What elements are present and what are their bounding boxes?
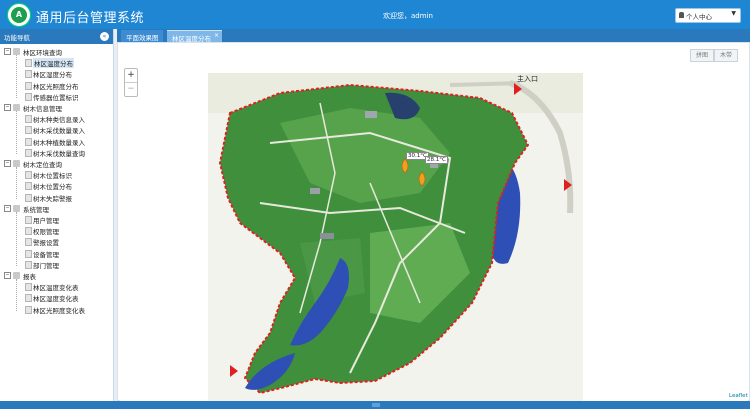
page-icon <box>25 115 32 124</box>
tree-item-label: 林区温度分布 <box>33 58 74 69</box>
tree-item-label: 林区湿度变化表 <box>33 295 79 304</box>
bottom-bar <box>0 401 750 409</box>
page-icon <box>25 294 32 303</box>
tree-item-label: 林区温度变化表 <box>33 284 79 293</box>
collapse-toggle-icon[interactable]: − <box>4 160 11 167</box>
tree-guide-line <box>16 55 17 98</box>
app-title: 通用后台管理系统 <box>36 11 145 26</box>
user-center-label: 个人中心 <box>686 13 712 21</box>
tree-group-label: 树木信息管理 <box>23 105 62 113</box>
page-icon <box>25 70 32 79</box>
folder-icon <box>13 104 20 111</box>
tree-item-label: 树木采伐数量录入 <box>33 127 85 136</box>
tree-group-label: 林区环境查询 <box>23 49 62 57</box>
tree-item-label: 树木失踪警报 <box>33 194 72 203</box>
tree-item-label: 树木种植数量录入 <box>33 138 85 147</box>
collapse-toggle-icon[interactable]: − <box>4 204 11 212</box>
toolbar-button-left[interactable]: 拼图 <box>690 49 714 62</box>
zoom-in-button[interactable]: + <box>125 69 137 82</box>
page-icon <box>25 92 32 101</box>
road-top <box>449 81 521 87</box>
toolbar-button-right[interactable]: 木带 <box>714 49 738 62</box>
page-icon <box>25 126 32 135</box>
chevron-down-icon: ▼ <box>731 10 736 17</box>
tree-group-label: 系统管理 <box>23 205 49 214</box>
tab-label: 平面效果图 <box>126 34 159 42</box>
tree-item-label: 树木位置分布 <box>33 183 72 192</box>
building <box>365 111 377 118</box>
logo-mark: A <box>11 7 27 23</box>
tree-guide-line <box>16 111 17 154</box>
tree-item-label: 警报设置 <box>33 239 59 248</box>
tree-item-label: 用户管理 <box>33 217 59 225</box>
folder-icon <box>13 160 20 167</box>
zoom-control: + − <box>124 68 138 97</box>
tree-item-label: 传感器位置标识 <box>33 93 79 102</box>
tree-group-label: 树木定位查询 <box>23 161 62 169</box>
user-center-dropdown[interactable]: 个人中心 ▼ <box>675 8 741 23</box>
sidebar: 功能导航 « − 林区环境查询 林区温度分布 林区湿度分布 林区光照度分布 传感器位置标识… <box>0 29 114 409</box>
zoom-out-button[interactable]: − <box>125 82 137 96</box>
page-icon <box>25 137 32 146</box>
tree-guide-line <box>16 279 17 311</box>
collapse-toggle-icon[interactable]: − <box>4 48 11 55</box>
tree-item-label: 林区湿度分布 <box>33 71 72 80</box>
page-icon <box>25 227 32 236</box>
forest-map <box>208 73 583 401</box>
sidebar-header: 功能导航 « <box>0 29 113 44</box>
tree-guide-line <box>16 211 17 266</box>
page-icon <box>25 81 32 90</box>
tab-bar: 平面效果图 林区温度分布 × <box>117 29 750 43</box>
tree-item-label: 树木种类信息录入 <box>33 116 85 125</box>
entrance-label: 主入口 <box>517 75 538 83</box>
tree-item-label: 树木位置标识 <box>33 172 72 181</box>
tab-plan-view[interactable]: 平面效果图 <box>121 30 163 42</box>
page-icon <box>25 238 32 247</box>
building <box>320 233 334 239</box>
welcome-text: 欢迎您，admin <box>383 12 433 20</box>
folder-icon <box>13 272 20 279</box>
app-logo: A <box>7 3 31 27</box>
page-icon <box>25 216 32 224</box>
page-icon <box>25 260 32 269</box>
folder-icon <box>13 204 20 212</box>
page-icon <box>25 182 32 191</box>
tree-guide-line <box>16 167 17 199</box>
page-icon <box>25 283 32 292</box>
tree-group-label: 报表 <box>23 273 36 281</box>
page-icon <box>25 305 32 314</box>
page-icon <box>25 59 32 68</box>
folder-icon <box>13 48 20 55</box>
map-view[interactable]: 主入口 30.1°C 28.1°C <box>120 63 748 401</box>
page-icon <box>25 193 32 202</box>
building <box>310 188 320 194</box>
collapse-icon[interactable]: « <box>100 32 109 41</box>
tree-item-label: 林区光照度变化表 <box>33 306 85 315</box>
tree-item-label: 设备管理 <box>33 250 59 259</box>
app-header: A 通用后台管理系统 欢迎您，admin 个人中心 ▼ <box>0 0 750 29</box>
page-icon <box>25 171 32 180</box>
page-icon <box>25 148 32 157</box>
tree-item-label: 权限管理 <box>33 228 59 237</box>
close-icon[interactable]: × <box>214 32 219 39</box>
sidebar-title: 功能导航 <box>4 34 30 42</box>
collapse-toggle-icon[interactable]: − <box>4 272 11 279</box>
tree-item-label: 树木采伐数量查询 <box>33 149 85 158</box>
user-icon <box>679 12 684 18</box>
tree-item-label: 林区光照度分布 <box>33 82 79 91</box>
map-attribution[interactable]: Leaflet <box>728 393 749 399</box>
page-icon <box>25 249 32 258</box>
bottom-splitter-handle[interactable] <box>372 403 380 407</box>
sensor-value-2: 28.1°C <box>425 156 448 164</box>
collapse-toggle-icon[interactable]: − <box>4 104 11 111</box>
tree-item-label: 部门管理 <box>33 261 59 270</box>
